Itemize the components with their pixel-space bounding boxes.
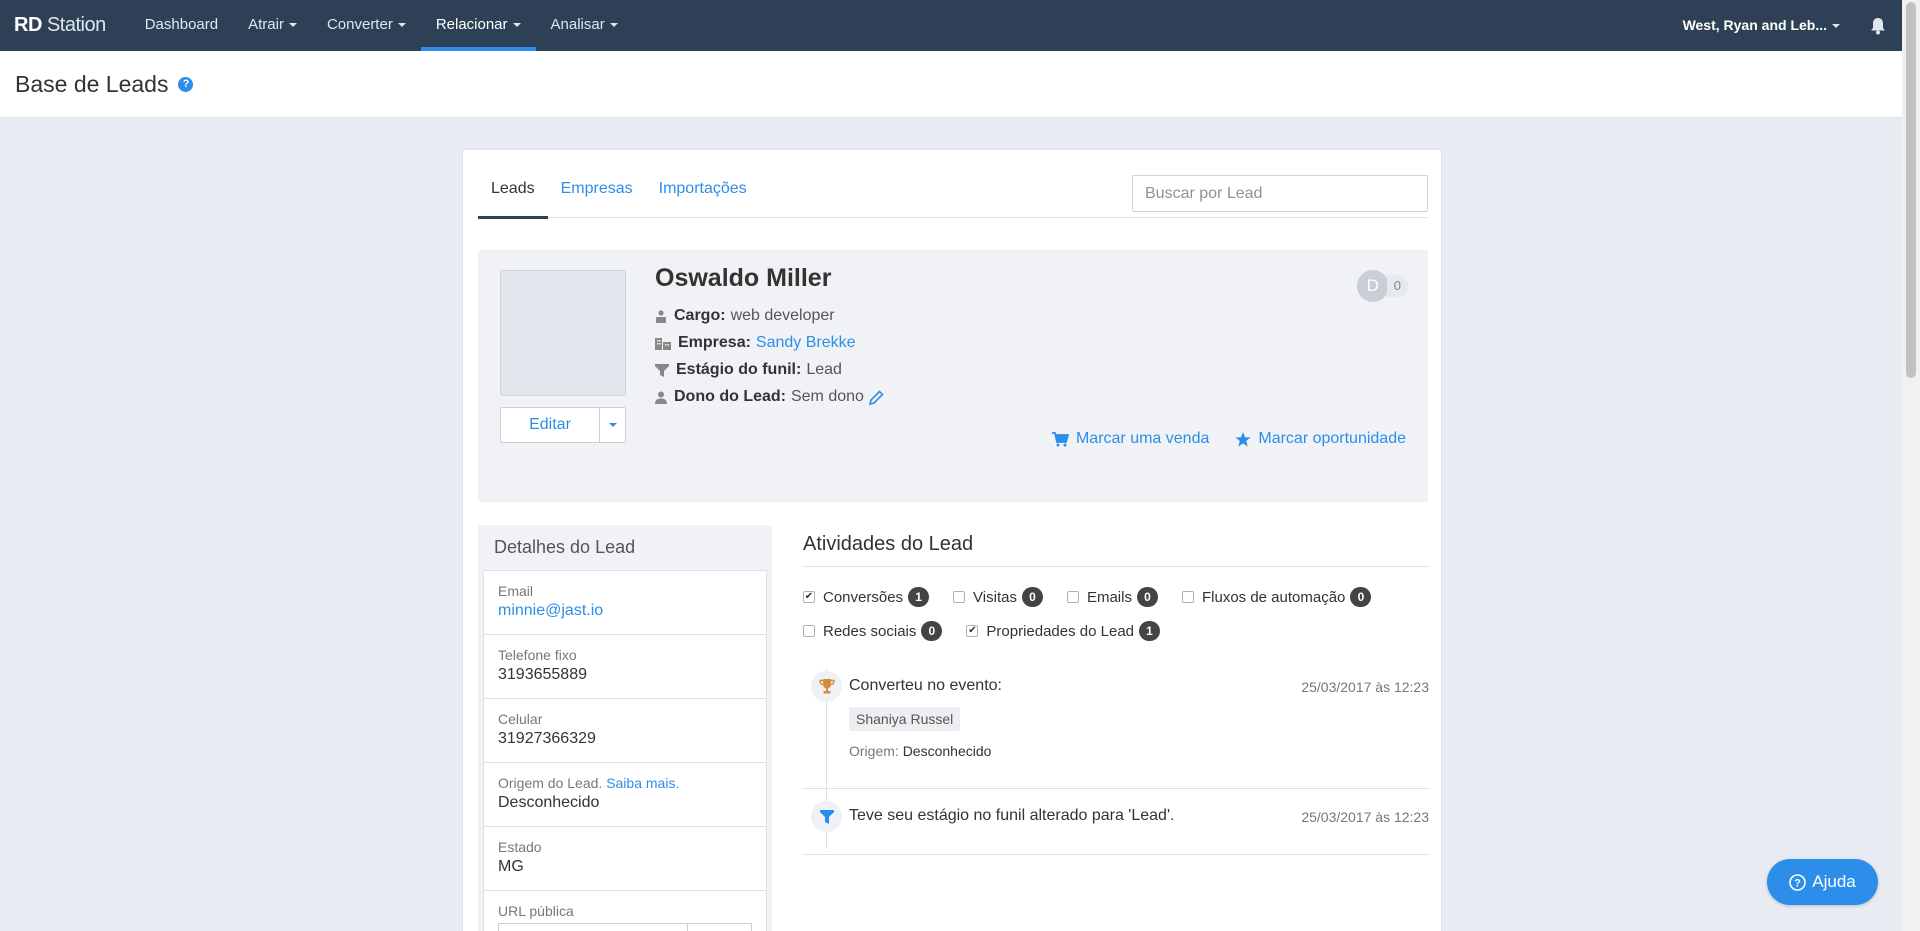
tab-importacoes[interactable]: Importações (646, 160, 760, 218)
lead-estagio: Estágio do funil: Lead (655, 361, 842, 379)
rd-station-logo[interactable]: RD Station (14, 14, 106, 37)
mark-opportunity-button[interactable]: Marcar oportunidade (1235, 430, 1406, 448)
caret-down-icon (397, 23, 406, 28)
filter-redes-sociais[interactable]: Redes sociais 0 (803, 621, 943, 641)
score-letter: D (1356, 270, 1389, 302)
field-celular: Celular 31927366329 (484, 699, 766, 763)
filter-conversoes[interactable]: ✔ Conversões 1 (803, 587, 930, 607)
caret-down-icon (609, 23, 618, 28)
caret-down-icon (512, 23, 521, 28)
search-lead-input[interactable] (1132, 175, 1428, 212)
filter-fluxos[interactable]: Fluxos de automação 0 (1181, 587, 1372, 607)
briefcase-person-icon (656, 309, 666, 323)
checkbox[interactable] (803, 625, 815, 637)
details-title: Detalhes do Lead (494, 537, 636, 557)
nav-analisar[interactable]: Analisar (536, 0, 633, 51)
nav-converter[interactable]: Converter (312, 0, 421, 51)
score-value: 0 (1386, 275, 1408, 297)
timeline-event: Converteu no evento: 25/03/2017 às 12:23… (803, 659, 1429, 789)
edit-dropdown-toggle[interactable] (600, 407, 626, 443)
field-telefone: Telefone fixo 3193655889 (484, 635, 766, 699)
svg-text:?: ? (1794, 877, 1801, 889)
building-icon (655, 337, 671, 350)
funnel-icon (655, 363, 669, 377)
ajuda-help-button[interactable]: ? Ajuda (1767, 859, 1878, 905)
field-url-publica: URL pública (484, 891, 766, 931)
lead-activities: Atividades do Lead ✔ Conversões 1 Visitas 0… (803, 525, 1429, 855)
email-link[interactable]: minnie@jast.io (498, 602, 752, 620)
nav-relacionar[interactable]: Relacionar (420, 0, 536, 51)
scrollbar-thumb[interactable] (1906, 2, 1916, 378)
page-scrollbar[interactable] (1902, 0, 1920, 931)
activity-timeline: Converteu no evento: 25/03/2017 às 12:23… (803, 659, 1429, 855)
filter-propriedades[interactable]: ✔ Propriedades do Lead 1 (966, 621, 1161, 641)
checkbox-checked[interactable]: ✔ (966, 625, 979, 637)
tab-leads[interactable]: Leads (478, 160, 548, 219)
tab-empresas[interactable]: Empresas (548, 160, 646, 218)
checkbox[interactable] (953, 591, 966, 603)
page-header: Base de Leads ? (0, 51, 1902, 118)
caret-down-icon (608, 423, 617, 427)
url-copy-button[interactable] (688, 923, 752, 931)
mark-sale-button[interactable]: Marcar uma venda (1051, 430, 1209, 448)
field-email: Email minnie@jast.io (484, 571, 766, 635)
top-navbar: RD Station Dashboard Atrair Converter Re… (0, 0, 1902, 51)
leads-card: Leads Empresas Importações Editar Oswald… (462, 149, 1442, 931)
funnel-icon (811, 801, 842, 832)
field-origem: Origem do Lead. Saiba mais. Desconhecido (484, 763, 766, 827)
lead-profile: Editar Oswaldo Miller Cargo: web develope… (478, 250, 1428, 502)
nav-dashboard[interactable]: Dashboard (130, 0, 233, 51)
star-icon (1235, 431, 1251, 446)
timeline-event: Teve seu estágio no funil alterado para … (803, 789, 1429, 855)
lead-empresa: Empresa: Sandy Brekke (655, 334, 856, 352)
edit-button[interactable]: Editar (500, 407, 600, 443)
field-estado: Estado MG (484, 827, 766, 891)
caret-down-icon (1832, 24, 1840, 29)
lead-details-panel: Detalhes do Lead Email minnie@jast.io Te… (478, 525, 772, 931)
saiba-mais-link[interactable]: Saiba mais. (606, 775, 679, 791)
tabs-bar: Leads Empresas Importações (478, 160, 1428, 219)
activity-filters: ✔ Conversões 1 Visitas 0 Emails 0 Fluxos de … (803, 587, 1429, 641)
user-icon (655, 391, 667, 404)
lead-score: D 0 (1356, 270, 1408, 302)
trophy-icon (811, 671, 842, 702)
account-menu[interactable]: West, Ryan and Leb... (1669, 0, 1854, 51)
edit-button-group: Editar (500, 407, 626, 443)
pencil-edit-icon[interactable] (868, 389, 884, 405)
event-tag[interactable]: Shaniya Russel (849, 707, 961, 731)
lead-avatar (500, 270, 626, 396)
filter-visitas[interactable]: Visitas 0 (953, 587, 1043, 607)
lead-name: Oswaldo Miller (655, 264, 832, 292)
lead-actions: Marcar uma venda Marcar oportunidade (1051, 430, 1406, 448)
details-list: Email minnie@jast.io Telefone fixo 31936… (483, 570, 767, 931)
page-title: Base de Leads (15, 70, 169, 97)
filter-emails[interactable]: Emails 0 (1066, 587, 1158, 607)
question-circle-icon: ? (1789, 873, 1807, 891)
lead-cargo: Cargo: web developer (655, 307, 835, 325)
caret-down-icon (288, 23, 297, 28)
empresa-link[interactable]: Sandy Brekke (756, 334, 856, 352)
lead-dono: Dono do Lead: Sem dono (655, 388, 891, 406)
checkbox-checked[interactable]: ✔ (803, 591, 815, 603)
checkbox[interactable] (1066, 591, 1079, 603)
activities-title: Atividades do Lead (803, 525, 1429, 567)
nav-right: West, Ryan and Leb... (1669, 0, 1902, 51)
url-publica-input[interactable] (498, 923, 688, 931)
checkbox[interactable] (1181, 591, 1194, 603)
help-icon[interactable]: ? (178, 76, 194, 92)
nav-atrair[interactable]: Atrair (233, 0, 312, 51)
notifications-bell-icon[interactable] (1854, 0, 1902, 51)
cart-icon (1051, 431, 1069, 446)
